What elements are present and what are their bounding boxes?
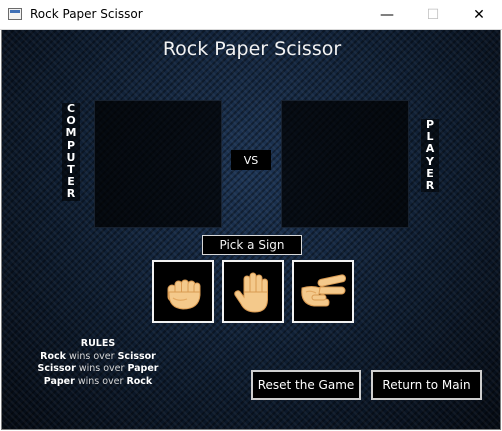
vertical-letter: P: [66, 138, 76, 152]
close-button[interactable]: ✕: [456, 0, 502, 30]
rule-loser: Paper: [127, 363, 159, 374]
vertical-letter: R: [425, 179, 435, 193]
rule-line-1: Rock wins over Scissor: [18, 351, 178, 364]
reset-game-button[interactable]: Reset the Game: [251, 370, 361, 400]
minimize-button[interactable]: —: [364, 0, 410, 30]
paper-hand-icon: [234, 272, 268, 313]
rule-text: wins over: [77, 375, 124, 387]
rock-button[interactable]: [152, 260, 214, 323]
rule-text: wins over: [68, 350, 115, 362]
rule-line-3: Paper wins over Rock: [18, 376, 178, 389]
rule-line-2: Scissor wins over Paper: [18, 363, 178, 376]
rule-winner: Scissor: [37, 363, 76, 374]
rules-heading: RULES: [80, 338, 116, 349]
vertical-letter: M: [65, 126, 77, 140]
window-title: Rock Paper Scissor: [30, 7, 143, 21]
rock-fist-icon: [167, 279, 201, 310]
pick-a-sign-label: Pick a Sign: [202, 235, 302, 255]
player-choice-panel: [281, 100, 409, 228]
computer-choice-panel: [94, 100, 222, 228]
game-title: Rock Paper Scissor: [162, 38, 342, 60]
vertical-letter: A: [425, 142, 435, 156]
rule-loser: Scissor: [117, 350, 156, 362]
rules-panel: RULES Rock wins over Scissor Scissor win…: [18, 338, 178, 388]
rule-text: wins over: [78, 363, 125, 374]
rule-loser: Rock: [126, 375, 153, 387]
game-area: Rock Paper Scissor COMPUTER VS PLAYER Pi…: [1, 30, 501, 430]
vs-badge: VS: [231, 150, 271, 170]
app-window-icon: [8, 8, 22, 20]
return-to-main-button[interactable]: Return to Main: [371, 370, 482, 400]
paper-button[interactable]: [222, 260, 284, 323]
vertical-letter: R: [66, 187, 76, 201]
rule-winner: Rock: [40, 350, 66, 362]
rule-winner: Paper: [43, 375, 75, 387]
scissor-button[interactable]: [292, 260, 354, 323]
window-titlebar: Rock Paper Scissor — ☐ ✕: [0, 0, 502, 30]
player-label: PLAYER: [421, 118, 439, 193]
maximize-button[interactable]: ☐: [410, 0, 456, 30]
scissor-hand-icon: [301, 273, 347, 306]
computer-label: COMPUTER: [62, 102, 80, 201]
vertical-letter: Y: [426, 154, 434, 168]
